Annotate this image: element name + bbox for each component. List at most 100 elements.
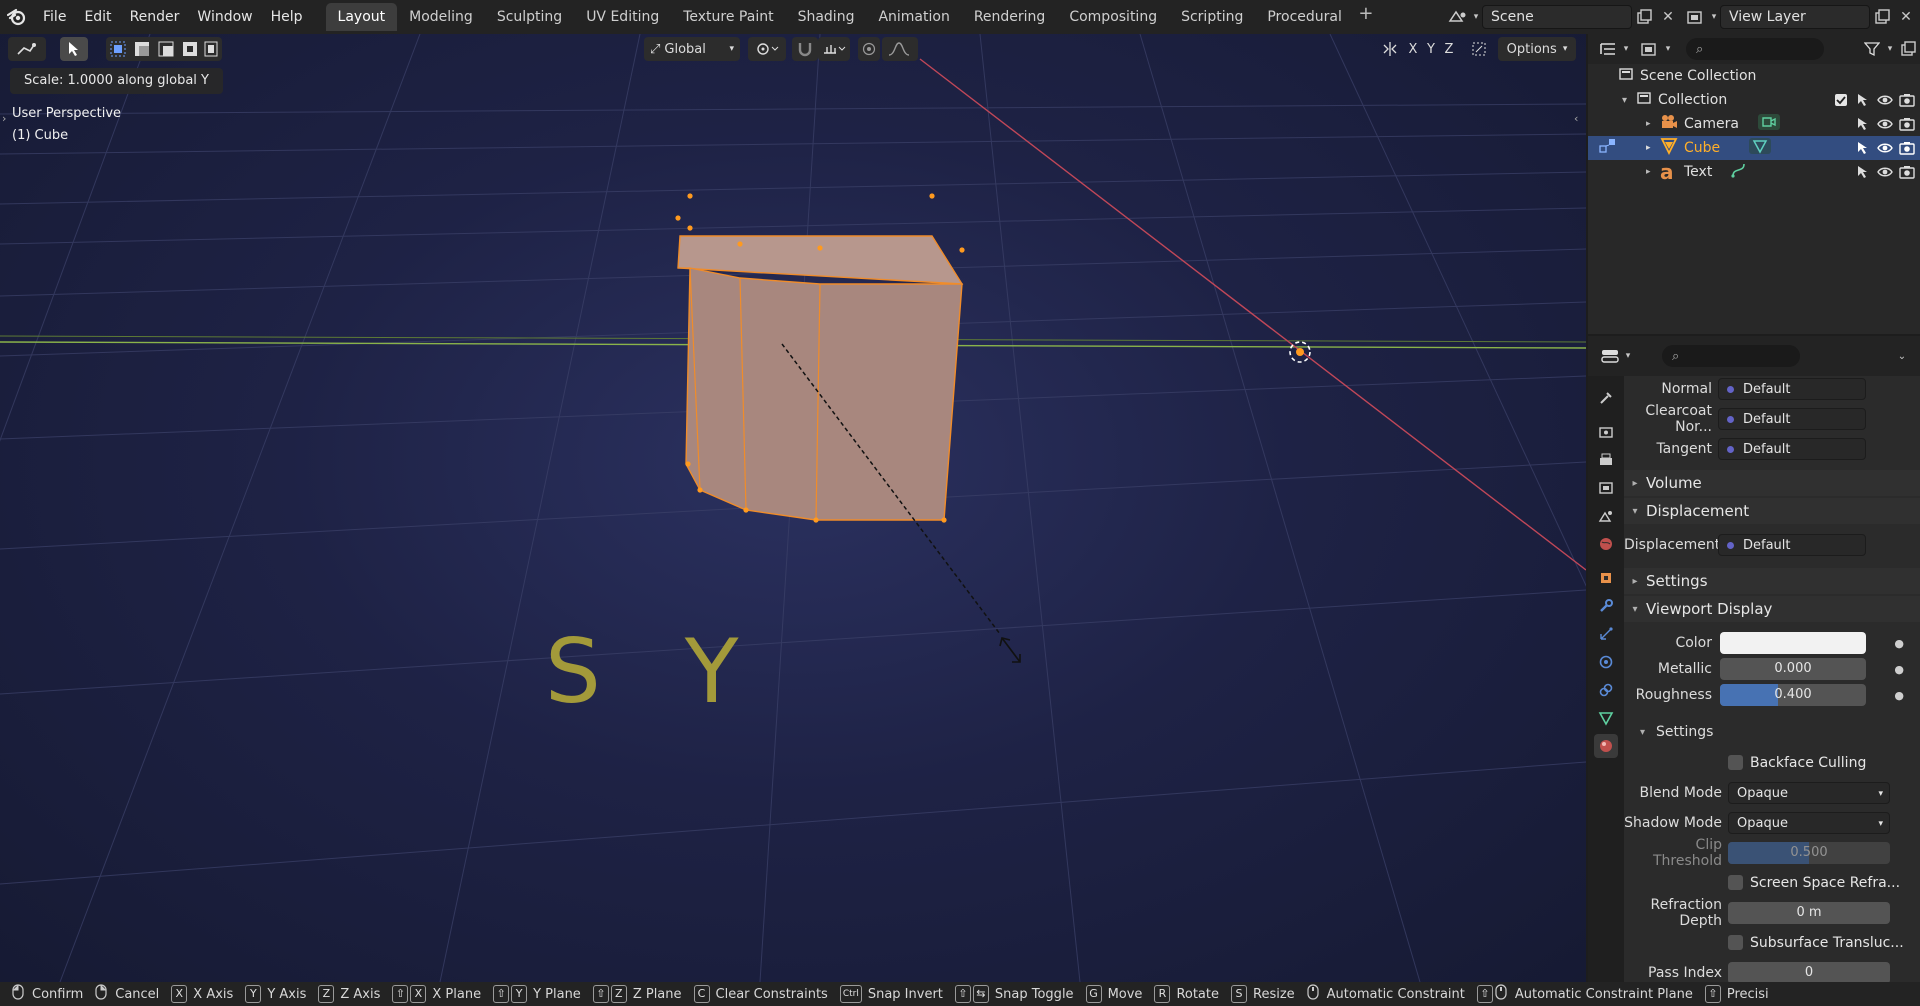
constraints-tab-icon[interactable] (1594, 678, 1618, 702)
backface-culling-row[interactable]: Backface Culling (1624, 750, 1920, 776)
expand-arrow-icon[interactable]: ▸ (1646, 143, 1660, 153)
pass-index-field[interactable]: 0 (1728, 962, 1890, 982)
tool-tab-icon[interactable] (1594, 386, 1618, 410)
render-camera-icon[interactable] (1898, 91, 1916, 109)
clip-threshold-slider[interactable]: 0.500 (1728, 842, 1890, 864)
collapse-arrow-icon[interactable]: ▾ (1622, 95, 1636, 106)
visibility-eye-icon[interactable] (1876, 139, 1894, 157)
menu-edit[interactable]: Edit (75, 4, 120, 30)
snap-magnet-icon[interactable] (792, 37, 818, 61)
clearcoat-normal-link-field[interactable]: Default (1718, 408, 1866, 430)
sidebar-expand-icon[interactable]: ‹ (1574, 112, 1578, 125)
render-camera-icon[interactable] (1898, 115, 1916, 133)
delete-scene-icon[interactable]: ✕ (1656, 5, 1680, 29)
editor-type-button[interactable] (8, 37, 46, 61)
options-dropdown[interactable]: Options ▾ (1498, 37, 1576, 61)
viewport-display-panel-header[interactable]: ▾ Viewport Display (1624, 596, 1920, 622)
visibility-eye-icon[interactable] (1876, 115, 1894, 133)
keyframe-dot-icon[interactable]: ● (1894, 663, 1904, 676)
transform-orientation-dropdown[interactable]: ⤢ Global ▾ (644, 37, 740, 61)
visibility-eye-icon[interactable] (1876, 91, 1894, 109)
screen-space-refraction-row[interactable]: Screen Space Refra... (1624, 870, 1920, 896)
properties-search-input[interactable]: ⌕ (1662, 345, 1800, 367)
filter-icon[interactable] (1860, 37, 1884, 61)
render-tab-icon[interactable] (1594, 420, 1618, 444)
outliner-row-text[interactable]: ▸ a Text (1588, 160, 1920, 184)
expand-arrow-icon[interactable]: ▸ (1646, 119, 1660, 129)
view-layer-name-field[interactable]: View Layer (1720, 5, 1870, 29)
new-scene-icon[interactable] (1632, 5, 1656, 29)
modifier-wrench-icon[interactable] (1594, 594, 1618, 618)
displacement-panel-header[interactable]: ▾ Displacement (1624, 498, 1920, 524)
outliner-row-scene-collection[interactable]: Scene Collection (1588, 64, 1920, 88)
menu-file[interactable]: File (34, 4, 75, 30)
text-object[interactable]: S Y (545, 620, 739, 723)
properties-editor-type-icon[interactable] (1598, 344, 1622, 368)
chevron-down-icon[interactable]: ⌄ (1890, 344, 1914, 368)
mirror-z-toggle[interactable]: Z (1440, 37, 1458, 61)
scene-name-field[interactable]: Scene (1482, 5, 1632, 29)
mirror-x-toggle[interactable]: X (1404, 37, 1422, 61)
edit-mode-indicator-icon[interactable] (1598, 137, 1618, 159)
outliner-row-collection[interactable]: ▾ Collection (1588, 88, 1920, 112)
auto-merge-icon[interactable] (1468, 37, 1490, 61)
settings-panel-header[interactable]: ▸ Settings (1624, 568, 1920, 594)
selectable-arrow-icon[interactable] (1854, 115, 1872, 133)
tab-procedural[interactable]: Procedural (1255, 3, 1354, 31)
subsurface-translucency-checkbox[interactable] (1728, 935, 1743, 950)
selection-mode-buttons[interactable] (106, 37, 222, 61)
object-tab-icon[interactable] (1594, 566, 1618, 590)
menu-help[interactable]: Help (262, 4, 312, 30)
select-tool-button[interactable] (60, 37, 88, 61)
mirror-y-toggle[interactable]: Y (1422, 37, 1440, 61)
new-collection-icon[interactable] (1896, 37, 1920, 61)
snap-target-dropdown[interactable] (818, 37, 850, 61)
tangent-link-field[interactable]: Default (1718, 438, 1866, 460)
particles-tab-icon[interactable] (1594, 622, 1618, 646)
volume-panel-header[interactable]: ▸ Volume (1624, 470, 1920, 496)
display-mode-icon[interactable] (1638, 37, 1662, 61)
tab-rendering[interactable]: Rendering (962, 3, 1058, 31)
view-layer-tab-icon[interactable] (1594, 476, 1618, 500)
scene-tab-icon[interactable] (1594, 504, 1618, 528)
selectable-arrow-icon[interactable] (1854, 91, 1872, 109)
physics-tab-icon[interactable] (1594, 650, 1618, 674)
metallic-slider[interactable]: 0.000 (1720, 658, 1866, 680)
menu-window[interactable]: Window (188, 4, 261, 30)
material-tab-icon[interactable] (1594, 734, 1618, 758)
proportional-falloff-dropdown[interactable] (882, 37, 918, 61)
pivot-point-dropdown[interactable] (748, 37, 786, 61)
displacement-link-field[interactable]: Default (1718, 534, 1866, 556)
roughness-slider[interactable]: 0.400 (1720, 684, 1866, 706)
outliner-row-camera[interactable]: ▸ Camera (1588, 112, 1920, 136)
tab-shading[interactable]: Shading (786, 3, 867, 31)
expand-arrow-icon[interactable]: ▸ (1646, 167, 1660, 177)
visibility-eye-icon[interactable] (1876, 163, 1894, 181)
keyframe-dot-icon[interactable]: ● (1894, 637, 1904, 650)
screen-space-refraction-checkbox[interactable] (1728, 875, 1743, 890)
delete-view-layer-icon[interactable]: ✕ (1894, 5, 1918, 29)
backface-culling-checkbox[interactable] (1728, 755, 1743, 770)
3d-viewport[interactable]: S Y ⤢ Global ▾ X Y Z Options ▾ Scale: 1.… (0, 34, 1586, 982)
color-swatch[interactable] (1720, 632, 1866, 654)
blend-mode-dropdown[interactable]: Opaque ▾ (1728, 782, 1890, 804)
tab-texture-paint[interactable]: Texture Paint (671, 3, 785, 31)
outliner-editor-type-icon[interactable] (1596, 37, 1620, 61)
sub-settings-header[interactable]: ▾ Settings (1640, 720, 1713, 744)
normal-link-field[interactable]: Default (1718, 378, 1866, 400)
shadow-mode-dropdown[interactable]: Opaque ▾ (1728, 812, 1890, 834)
outliner-row-cube[interactable]: ▸ Cube (1588, 136, 1920, 160)
render-camera-icon[interactable] (1898, 163, 1916, 181)
subsurface-translucency-row[interactable]: Subsurface Transluc... (1624, 930, 1920, 956)
tab-animation[interactable]: Animation (866, 3, 961, 31)
keyframe-dot-icon[interactable]: ● (1894, 689, 1904, 702)
tab-uv-editing[interactable]: UV Editing (574, 3, 671, 31)
view-layer-icon[interactable] (1684, 5, 1708, 29)
tab-sculpting[interactable]: Sculpting (485, 3, 574, 31)
menu-render[interactable]: Render (121, 4, 189, 30)
selectable-arrow-icon[interactable] (1854, 139, 1872, 157)
add-workspace-button[interactable]: + (1354, 3, 1378, 31)
world-tab-icon[interactable] (1594, 532, 1618, 556)
selectable-arrow-icon[interactable] (1854, 163, 1872, 181)
refraction-depth-field[interactable]: 0 m (1728, 902, 1890, 924)
